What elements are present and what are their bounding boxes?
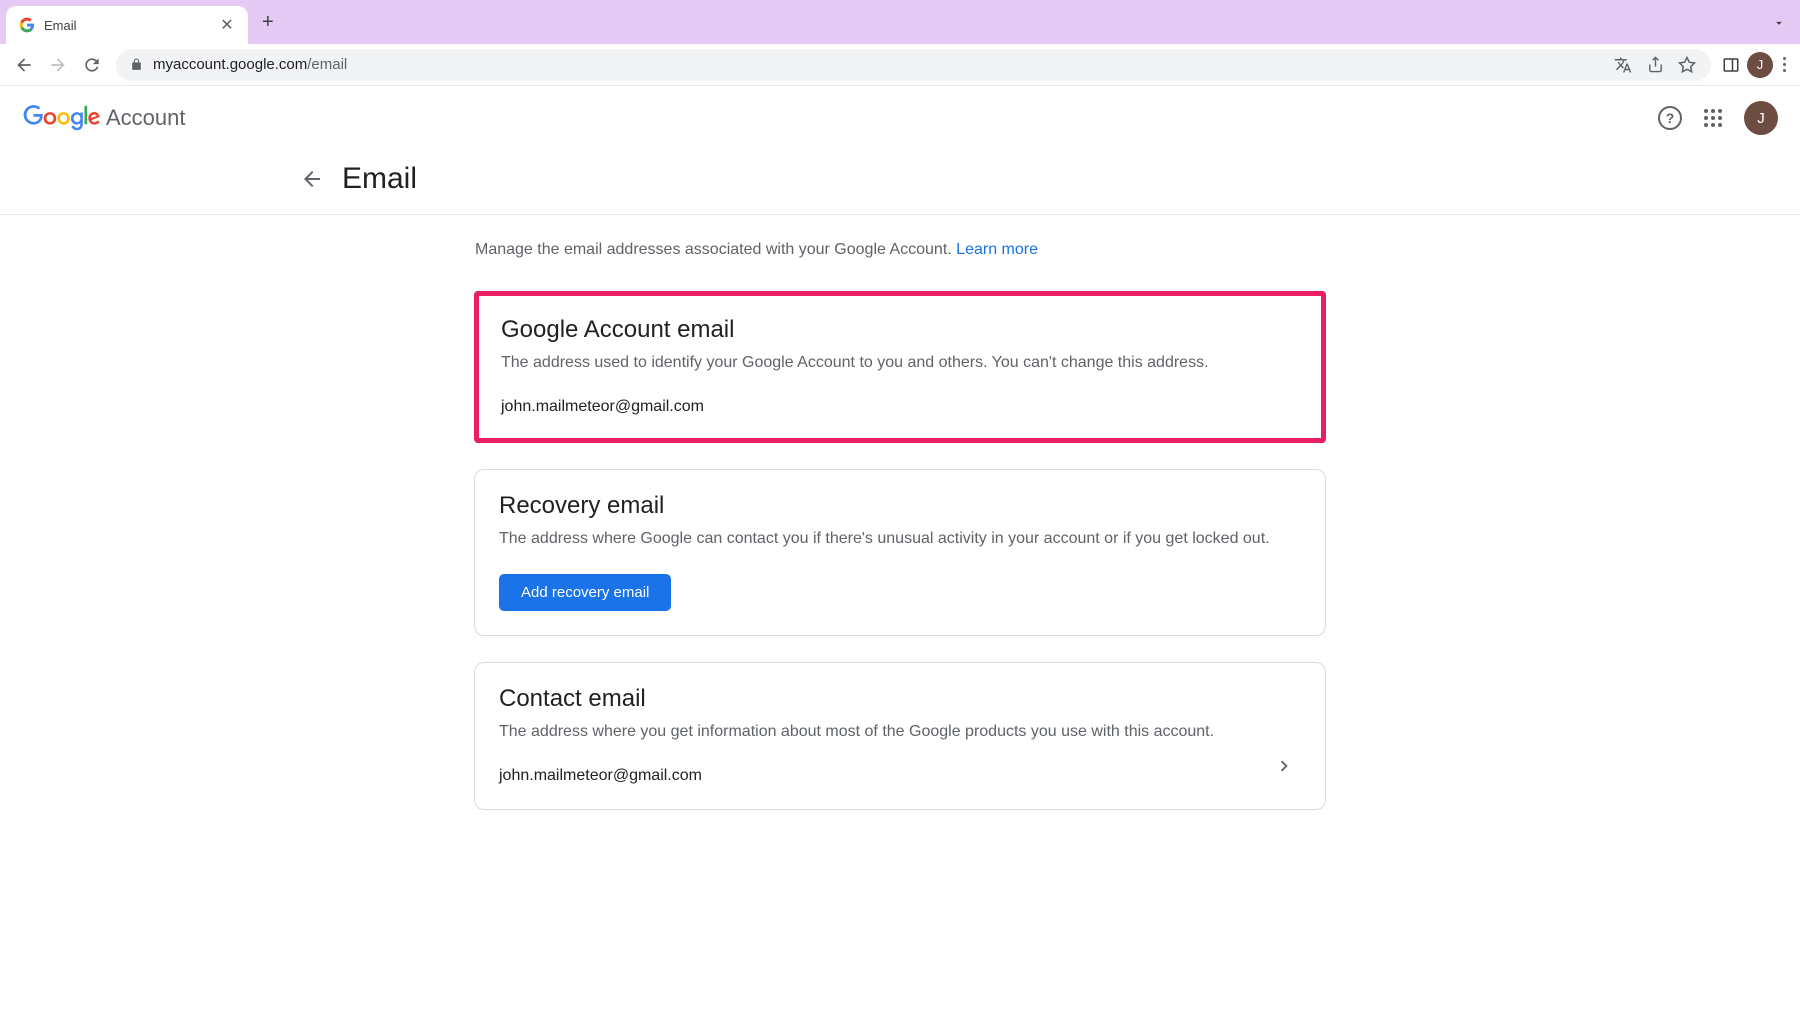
google-account-logo[interactable]: Account: [22, 105, 186, 131]
close-tab-button[interactable]: ✕: [218, 15, 236, 35]
account-avatar[interactable]: J: [1744, 101, 1778, 135]
intro-text-span: Manage the email addresses associated wi…: [475, 241, 956, 258]
browser-tab-strip: Email ✕ +: [0, 0, 1800, 44]
help-icon[interactable]: ?: [1658, 106, 1682, 130]
reload-button[interactable]: [78, 51, 106, 79]
tab-title: Email: [44, 18, 210, 33]
browser-toolbar: myaccount.google.com/email J: [0, 44, 1800, 86]
url-path: /email: [307, 56, 347, 73]
forward-button[interactable]: [44, 51, 72, 79]
app-header: Account ? J: [0, 86, 1800, 150]
tab-favicon: [18, 16, 36, 34]
lock-icon: [130, 58, 143, 71]
tabs-dropdown-button[interactable]: [1772, 16, 1786, 30]
translate-icon[interactable]: [1613, 55, 1633, 75]
share-icon[interactable]: [1645, 55, 1665, 75]
google-account-email-card: Google Account email The address used to…: [474, 291, 1326, 443]
account-label: Account: [106, 105, 186, 131]
card-description: The address where you get information ab…: [499, 723, 1301, 741]
card-description: The address where Google can contact you…: [499, 530, 1301, 548]
card-description: The address used to identify your Google…: [501, 354, 1299, 372]
contact-email-value: john.mailmeteor@gmail.com: [499, 767, 1301, 785]
profile-avatar[interactable]: J: [1747, 52, 1773, 78]
bookmark-icon[interactable]: [1677, 55, 1697, 75]
apps-icon[interactable]: [1700, 105, 1726, 131]
url-text: myaccount.google.com/email: [153, 56, 347, 73]
contact-email-card[interactable]: Contact email The address where you get …: [474, 662, 1326, 810]
url-domain: myaccount.google.com: [153, 56, 307, 73]
card-title: Google Account email: [501, 316, 1299, 344]
intro-text: Manage the email addresses associated wi…: [474, 241, 1326, 259]
page-title-bar: Email: [0, 150, 1800, 215]
browser-tab[interactable]: Email ✕: [6, 6, 248, 44]
address-bar-actions: [1613, 55, 1697, 75]
back-button[interactable]: [10, 51, 38, 79]
chevron-right-icon[interactable]: [1273, 755, 1295, 777]
card-title: Recovery email: [499, 492, 1301, 520]
card-title: Contact email: [499, 685, 1301, 713]
recovery-email-card: Recovery email The address where Google …: [474, 469, 1326, 636]
back-arrow-button[interactable]: [300, 167, 324, 191]
main-content: Manage the email addresses associated wi…: [474, 215, 1326, 810]
header-actions: ? J: [1658, 101, 1778, 135]
learn-more-link[interactable]: Learn more: [956, 241, 1038, 258]
side-panel-icon[interactable]: [1721, 55, 1741, 75]
page-title: Email: [342, 162, 417, 196]
add-recovery-email-button[interactable]: Add recovery email: [499, 574, 671, 611]
new-tab-button[interactable]: +: [262, 11, 274, 34]
browser-menu-button[interactable]: [1779, 53, 1790, 76]
account-email-value: john.mailmeteor@gmail.com: [501, 398, 1299, 416]
address-bar[interactable]: myaccount.google.com/email: [116, 49, 1711, 81]
